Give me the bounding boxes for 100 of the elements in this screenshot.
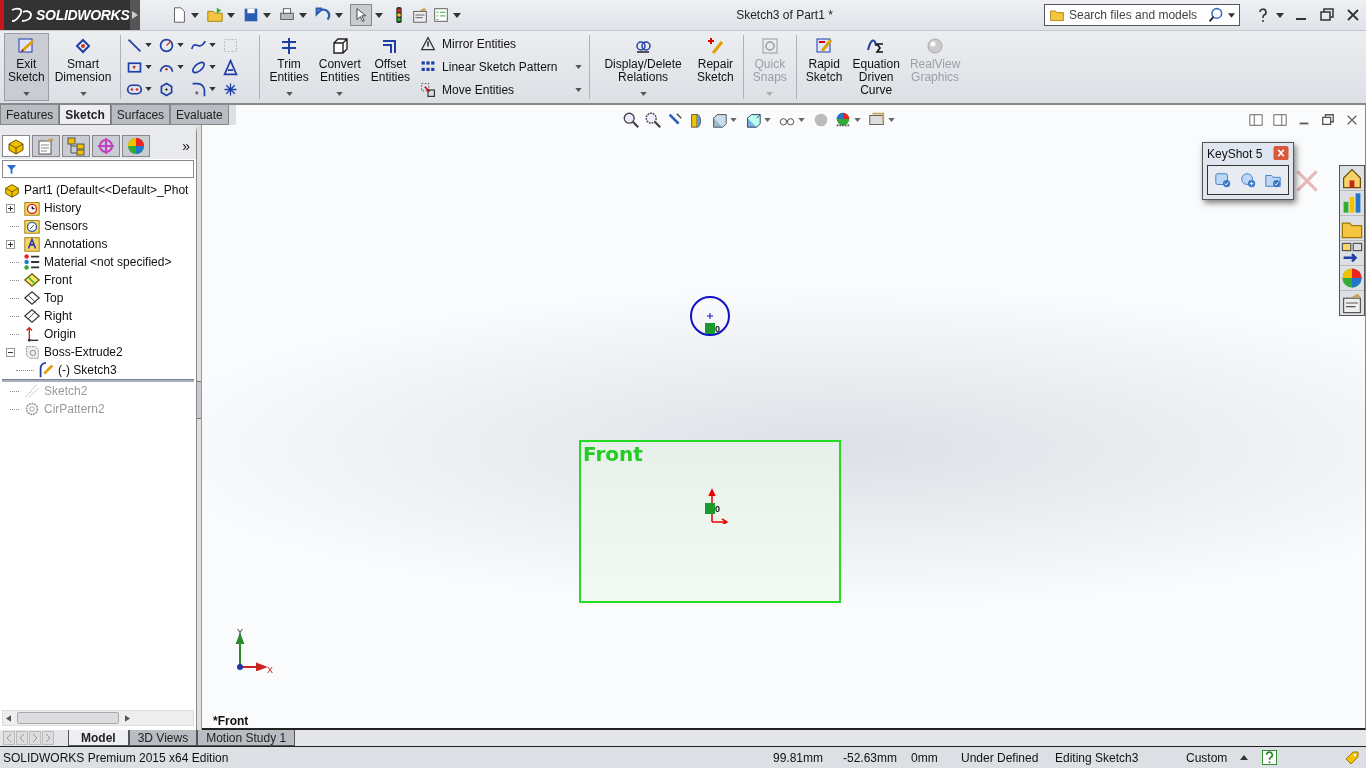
scene-icon[interactable]: [834, 111, 852, 129]
dropdown-caret-icon[interactable]: [1228, 12, 1235, 18]
dropdown-caret-icon[interactable]: [375, 12, 383, 18]
ribbon-button[interactable]: Mirror Entities: [418, 35, 585, 54]
split-right-icon[interactable]: [1273, 113, 1287, 127]
command-tab[interactable]: Sketch: [59, 105, 111, 125]
expand-toggle-icon[interactable]: [6, 203, 15, 213]
units-button[interactable]: Custom: [1186, 750, 1240, 765]
dropdown-caret-icon[interactable]: [145, 87, 153, 91]
ribbon-button[interactable]: Repair Sketch: [693, 33, 738, 101]
ribbon-button[interactable]: Exit Sketch: [4, 33, 49, 101]
tree-item[interactable]: Front: [44, 273, 72, 287]
dropdown-caret-icon[interactable]: [177, 65, 185, 69]
tree-item[interactable]: Boss-Extrude2: [44, 345, 123, 359]
filter-field[interactable]: [2, 160, 194, 178]
sketch-tool-icon[interactable]: [222, 58, 240, 76]
file-properties-icon[interactable]: [411, 6, 429, 24]
dropdown-caret-icon[interactable]: [730, 118, 737, 122]
dropdown-caret-icon[interactable]: [1276, 12, 1284, 18]
configuration-tab-icon[interactable]: [62, 135, 90, 157]
dropdown-caret-icon[interactable]: [191, 12, 199, 18]
tree-item[interactable]: Part1 (Default<<Default>_Phot: [24, 183, 189, 197]
tree-item[interactable]: Origin: [44, 327, 76, 341]
command-tab[interactable]: Features: [0, 105, 60, 125]
ribbon-button[interactable]: Linear Sketch Pattern: [418, 58, 585, 76]
split-left-icon[interactable]: [1249, 113, 1263, 127]
checklist-icon[interactable]: [432, 6, 450, 24]
chart-icon[interactable]: [1340, 191, 1364, 215]
select-button[interactable]: [350, 4, 372, 26]
tree-item[interactable]: History: [44, 201, 82, 215]
custom-properties-icon[interactable]: [1340, 291, 1364, 315]
ribbon-button[interactable]: Move Entities: [418, 80, 585, 99]
caret-icon[interactable]: [1240, 755, 1248, 760]
dropdown-caret-icon[interactable]: [145, 43, 153, 47]
view-palette-icon[interactable]: [1340, 241, 1364, 265]
view-tab[interactable]: 3D Views: [128, 730, 198, 746]
folder-icon[interactable]: [1340, 216, 1364, 240]
dropdown-caret-icon[interactable]: [639, 92, 647, 96]
tree-item[interactable]: (-) Sketch3: [58, 363, 117, 377]
tree-item[interactable]: Material <not specified>: [44, 255, 172, 269]
sketch-tool-icon[interactable]: [158, 36, 176, 54]
dropdown-caret-icon[interactable]: [227, 12, 235, 18]
dropdown-caret-icon[interactable]: [177, 43, 185, 47]
expand-toggle-icon[interactable]: [6, 239, 15, 249]
horizontal-scrollbar[interactable]: [2, 710, 194, 726]
close-icon[interactable]: [1345, 7, 1361, 23]
dropdown-caret-icon[interactable]: [209, 65, 217, 69]
ribbon-button[interactable]: Trim Entities: [265, 33, 313, 101]
app-logo[interactable]: SOLIDWORKS: [0, 0, 130, 30]
add-to-scene-icon[interactable]: [1239, 171, 1257, 189]
sketch-tool-icon[interactable]: [190, 80, 208, 98]
dropdown-caret-icon[interactable]: [575, 65, 583, 69]
display-style-icon[interactable]: [744, 111, 762, 129]
command-tab[interactable]: Surfaces: [110, 105, 171, 125]
dropdown-caret-icon[interactable]: [299, 12, 307, 18]
tree-item[interactable]: Right: [44, 309, 72, 323]
tree-item[interactable]: Sensors: [44, 219, 89, 233]
home-icon[interactable]: [1340, 166, 1364, 190]
display-tab-icon[interactable]: [122, 135, 150, 157]
ribbon-button[interactable]: Convert Entities: [314, 33, 365, 101]
dropdown-caret-icon[interactable]: [209, 43, 217, 47]
restore-icon[interactable]: [1319, 7, 1335, 23]
dropdown-caret-icon[interactable]: [575, 87, 583, 92]
panel-splitter-handle[interactable]: [197, 381, 201, 419]
view-tab[interactable]: Motion Study 1: [197, 730, 296, 746]
scroll-left-icon[interactable]: [6, 714, 11, 722]
more-tabs-button[interactable]: »: [182, 138, 190, 154]
search-icon[interactable]: [1208, 7, 1224, 23]
dropdown-caret-icon[interactable]: [335, 12, 343, 18]
sketch-tool-icon[interactable]: [126, 36, 144, 54]
ribbon-button[interactable]: Rapid Sketch: [801, 33, 847, 101]
ribbon-button[interactable]: Equation Driven Curve: [848, 33, 904, 101]
view-tab[interactable]: Model: [68, 730, 129, 746]
feature-tree-tab-icon[interactable]: [2, 135, 30, 157]
zoom-to-fit-icon[interactable]: [622, 111, 640, 129]
dropdown-caret-icon[interactable]: [764, 118, 771, 122]
dropdown-caret-icon[interactable]: [209, 87, 217, 91]
render-image-icon[interactable]: [1213, 171, 1232, 189]
expand-toggle-icon[interactable]: [6, 347, 15, 357]
tree-item[interactable]: Top: [44, 291, 64, 305]
front-plane[interactable]: Front 0: [579, 440, 841, 603]
zoom-to-area-icon[interactable]: [644, 111, 662, 129]
tag-icon[interactable]: [1344, 749, 1360, 766]
dropdown-caret-icon[interactable]: [285, 92, 293, 96]
search-field[interactable]: Search files and models: [1069, 8, 1204, 22]
close-icon[interactable]: [1345, 113, 1359, 127]
save-icon[interactable]: [242, 6, 260, 24]
dropdown-caret-icon[interactable]: [888, 118, 895, 122]
tree-item[interactable]: Annotations: [44, 237, 108, 251]
view-orientation-icon[interactable]: [710, 111, 728, 129]
ribbon-button[interactable]: Offset Entities: [366, 33, 415, 101]
scroll-right-icon[interactable]: [125, 714, 130, 722]
dropdown-caret-icon[interactable]: [336, 92, 344, 96]
dropdown-caret-icon[interactable]: [263, 12, 271, 18]
search-bar[interactable]: Search files and models: [1044, 4, 1240, 26]
menu-expand-button[interactable]: [130, 0, 140, 30]
restore-icon[interactable]: [1321, 113, 1335, 127]
ribbon-button[interactable]: Display/Delete Relations: [595, 33, 692, 101]
scrollbar-thumb[interactable]: [17, 712, 119, 724]
dropdown-caret-icon[interactable]: [854, 118, 861, 122]
